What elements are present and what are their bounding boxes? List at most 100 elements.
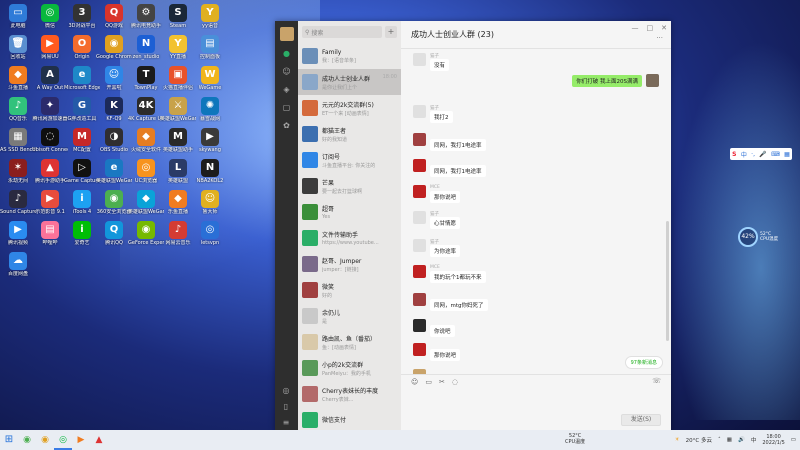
chat-avatar	[302, 100, 318, 116]
chat-preview: Cherry表妹...	[322, 396, 354, 403]
menu-icon[interactable]: ≡	[281, 418, 291, 428]
chat-list-item[interactable]: Cherry表妹长的丰度 Cherry表妹...	[298, 381, 401, 407]
app-icon: ☁	[9, 252, 27, 270]
chat-avatar	[302, 230, 318, 246]
chat-list-item[interactable]: 赵哥、Jumper jumper：[链接]	[298, 251, 401, 277]
chat-history-icon[interactable]: ◌	[452, 378, 458, 386]
chat-info-button[interactable]: ···	[656, 34, 663, 42]
sender-avatar[interactable]	[413, 239, 426, 252]
skin-icon[interactable]: ▦	[784, 151, 790, 158]
desktop-icon-label: 英雄联盟WeGame版	[160, 116, 196, 122]
desktop-icon-label: Ubisoft Connect	[32, 147, 68, 153]
favorites-icon[interactable]: ◈	[282, 85, 292, 95]
message-area: 你们打破 我上面20S满满 猫子 没有 猫子 我打2 同网，我打1电途率 同网，我打1电途…	[401, 49, 667, 374]
chat-list-item[interactable]: Family 我：[语音单条]	[298, 43, 401, 69]
volume-icon[interactable]: 🔊	[738, 437, 745, 443]
folder-icon[interactable]: ▭	[425, 378, 432, 386]
chat-list-item[interactable]: 小p的2k交流群 PanMeiyu：我的手机	[298, 355, 401, 381]
taskbar-app-game[interactable]: ▲	[90, 430, 108, 450]
chat-list-item[interactable]: 成功人士创业人群 是你让我们上个 18:00	[298, 69, 401, 95]
chat-avatar	[302, 48, 318, 64]
desktop-icon[interactable]: ♪ 网易云音乐	[160, 219, 196, 255]
contacts-icon[interactable]: ☺	[282, 67, 292, 77]
chat-list-item[interactable]: 余仍儿是	[298, 303, 401, 329]
send-button[interactable]: 发送(S)	[621, 414, 661, 426]
desktop-icon-label: skywang	[199, 147, 221, 153]
desktop-icon[interactable]: Q 腾讯QQ	[96, 219, 132, 255]
maximize-button[interactable]: □	[647, 24, 654, 32]
taskbar-app-360[interactable]: ◉	[18, 430, 36, 450]
network-icon[interactable]: ▦	[727, 437, 732, 443]
chat-message: 那你说吧	[413, 343, 461, 361]
cpu-monitor-widget[interactable]: 42% 52°C CPU温度	[738, 226, 788, 248]
new-messages-badge[interactable]: 97条新消息	[624, 356, 663, 369]
message-scrollbar[interactable]	[666, 221, 669, 341]
taskbar-app-wechat[interactable]: ◎	[54, 430, 72, 450]
keyboard-icon[interactable]: ⌨	[771, 151, 780, 158]
windows-start-icon[interactable]: ⊞	[0, 430, 18, 450]
files-icon[interactable]: ▢	[282, 103, 292, 113]
app-icon: ▶	[41, 35, 59, 53]
notification-icon[interactable]: ▭	[791, 437, 796, 443]
sender-avatar[interactable]	[413, 159, 426, 172]
chat-list-item[interactable]: 都猫王者 好的我知道	[298, 121, 401, 147]
desktop-icon[interactable]: ◉GeForce Experience	[128, 219, 164, 255]
start-group-button[interactable]: +	[385, 26, 397, 38]
app-icon: i	[73, 221, 91, 239]
moments-icon[interactable]: ✿	[282, 121, 292, 131]
mic-icon[interactable]: 🎤	[759, 151, 766, 158]
app-icon: L	[169, 159, 187, 177]
voice-call-icon[interactable]: ☏	[652, 377, 661, 385]
sender-avatar[interactable]	[413, 211, 426, 224]
ime-tray-icon[interactable]: 中	[751, 436, 757, 444]
sender-avatar[interactable]	[413, 319, 426, 332]
desktop-icon[interactable]: ◎ letsvpn	[192, 219, 228, 255]
chat-avatar	[302, 178, 318, 194]
sender-avatar[interactable]	[413, 265, 426, 278]
sender-avatar[interactable]	[413, 133, 426, 146]
ime-toolbar[interactable]: S 中 ·, 🎤 ⌨ ▦	[730, 148, 792, 160]
chat-list-item[interactable]: 超哥 Yes	[298, 199, 401, 225]
app-icon: ▷	[73, 159, 91, 177]
chat-list-item[interactable]: 芒果 要一起去打篮球啊	[298, 173, 401, 199]
chat-icon[interactable]: ●	[282, 49, 292, 59]
phone-icon[interactable]: ▯	[281, 402, 291, 412]
message-body: 同网，我打1电途率	[430, 133, 486, 151]
app-icon: Y	[201, 4, 219, 22]
close-button[interactable]: ✕	[661, 24, 667, 32]
ime-mode[interactable]: 中	[741, 150, 747, 159]
chat-list-item[interactable]: 路由凯、鱼（番茄） 鱼：[动画表情]	[298, 329, 401, 355]
punctuation-icon[interactable]: ·,	[751, 151, 755, 158]
chat-list-item[interactable]: 元元的2k交流群(5) ET一个来 [动画表情]	[298, 95, 401, 121]
sender-avatar[interactable]	[413, 105, 426, 118]
tray-chevron-icon[interactable]: ˄	[718, 437, 721, 443]
self-avatar[interactable]	[646, 74, 659, 87]
mini-program-icon[interactable]: ◎	[281, 386, 291, 396]
taskbar-app-music[interactable]: ▶	[72, 430, 90, 450]
chat-list-item[interactable]: 文件传输助手 https://www.youtube...	[298, 225, 401, 251]
sender-avatar[interactable]	[413, 53, 426, 66]
user-avatar[interactable]	[279, 27, 294, 41]
desktop-icon-label: G胖改造工具	[67, 116, 97, 122]
desktop-icon[interactable]: i 爱奇艺	[64, 219, 100, 255]
app-icon: ▶	[41, 190, 59, 208]
minimize-button[interactable]: —	[632, 24, 639, 32]
sender-avatar[interactable]	[413, 185, 426, 198]
chat-list-item[interactable]: 微信支付	[298, 407, 401, 432]
emoji-icon[interactable]: ☺	[411, 378, 418, 386]
desktop-icon[interactable]: ☁ 百度网盘	[0, 250, 36, 286]
sender-avatar[interactable]	[413, 343, 426, 356]
chat-list-item[interactable]: 订阅号 斗鱼直播平台: 你关注的	[298, 147, 401, 173]
scissors-icon[interactable]: ✂	[439, 378, 445, 386]
app-icon: ◆	[137, 190, 155, 208]
search-input[interactable]: ⚲ 搜索	[302, 26, 382, 38]
desktop-icon[interactable]: ▤ 哔哩哔	[32, 219, 68, 255]
chat-list-item[interactable]: 微笑 好的	[298, 277, 401, 303]
sender-avatar[interactable]	[413, 293, 426, 306]
desktop-icon-label: UC浏览器	[134, 178, 158, 184]
taskbar-app-chrome[interactable]: ◉	[36, 430, 54, 450]
weather-text[interactable]: 20°C 多云	[686, 436, 712, 444]
taskbar-cpu[interactable]: 52°C CPU温度	[565, 433, 585, 445]
clock[interactable]: 18:00 2022/1/5	[762, 434, 784, 446]
desktop-icon-label: WeGame	[198, 85, 222, 91]
